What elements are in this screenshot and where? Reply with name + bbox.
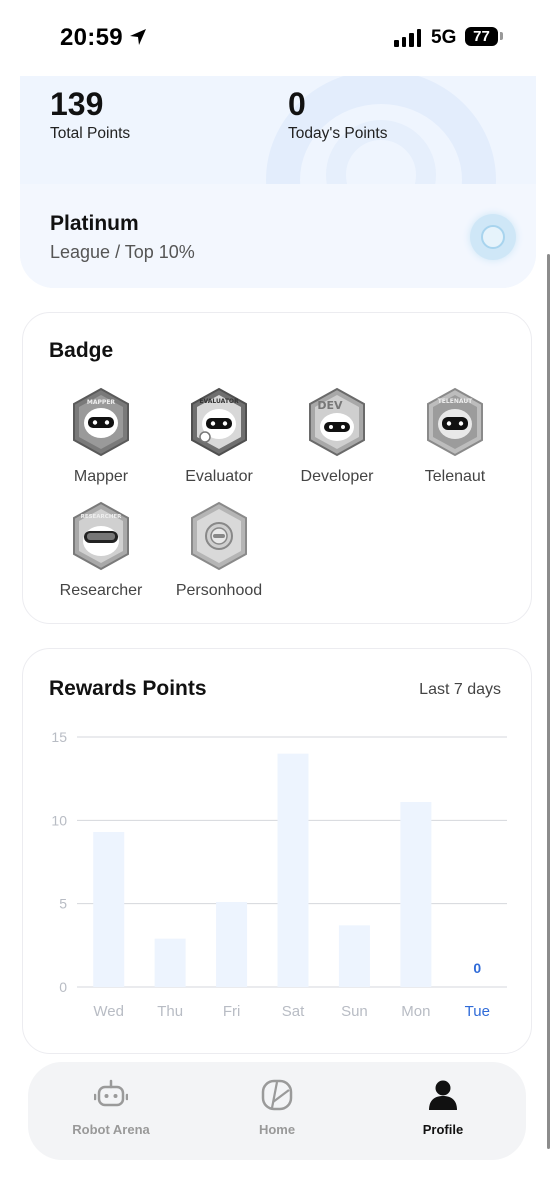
home-clock-icon xyxy=(261,1079,293,1111)
badge-label: Mapper xyxy=(73,468,129,485)
y-tick-label: 5 xyxy=(59,896,67,912)
battery-tip xyxy=(500,32,503,40)
svg-text:MAPPER: MAPPER xyxy=(87,399,116,406)
badge-developer[interactable]: DEV Developer xyxy=(278,387,396,486)
nav-label: Home xyxy=(258,1122,296,1137)
chart-bar xyxy=(277,753,309,987)
y-tick-label: 15 xyxy=(51,729,67,745)
nav-profile[interactable]: Profile xyxy=(360,1062,526,1160)
chart-bar xyxy=(400,802,432,987)
badge-label: Telenaut xyxy=(424,468,486,485)
badge-card: Badge MAPPER Mapper EVALUATOR Evaluator xyxy=(22,312,532,624)
badge-label: Personhood xyxy=(175,582,263,599)
total-points-value: 139 xyxy=(50,86,104,122)
rewards-points-card: Rewards Points Last 7 days 0 5 10 15 Wed Thu F… xyxy=(22,648,532,1054)
network-type: 5G xyxy=(431,27,457,48)
badge-researcher[interactable]: RESEARCHER Researcher xyxy=(42,501,160,600)
badge-label: Evaluator xyxy=(185,468,253,485)
robot-icon xyxy=(94,1079,128,1107)
todays-points-label: Today's Points xyxy=(288,125,388,142)
total-points-stat: 139 Total Points xyxy=(50,86,130,143)
evaluator-robot-badge-icon: EVALUATOR xyxy=(191,387,247,457)
chart-bar xyxy=(216,902,248,987)
rewards-bar-chart: 0 5 10 15 Wed Thu Fri Sat Sun Mon Tue 0 xyxy=(51,729,507,1020)
bottom-navigation: Robot Arena Home Profile xyxy=(28,1062,526,1160)
badge-title: Badge xyxy=(49,339,114,362)
badge-label: Researcher xyxy=(59,582,143,599)
badge-telenaut[interactable]: TELENAUT Telenaut xyxy=(396,387,514,486)
chart-bar xyxy=(154,938,186,987)
chart-bar xyxy=(338,925,370,987)
total-points-label: Total Points xyxy=(50,125,131,142)
x-tick-label: Sun xyxy=(341,1003,368,1020)
developer-robot-badge-icon: DEV xyxy=(309,387,365,457)
todays-points-value: 0 xyxy=(288,86,306,122)
league-subtitle: League / Top 10% xyxy=(50,242,195,262)
nav-label: Robot Arena xyxy=(72,1122,150,1137)
status-time: 20:59 xyxy=(60,24,123,51)
nav-robot-arena[interactable]: Robot Arena xyxy=(28,1062,194,1160)
chart-bar xyxy=(93,832,125,987)
location-arrow-icon xyxy=(130,29,146,45)
y-tick-label: 10 xyxy=(51,812,67,828)
points-stats: 139 Total Points 0 Today's Points xyxy=(20,60,536,184)
battery-icon: 77 xyxy=(465,27,498,46)
y-tick-label: 0 xyxy=(59,979,67,995)
platinum-league-icon xyxy=(470,214,516,260)
scroll-indicator xyxy=(547,254,550,1149)
personhood-badge-icon xyxy=(191,501,247,571)
svg-text:EVALUATOR: EVALUATOR xyxy=(199,398,239,405)
x-tick-label: Sat xyxy=(282,1003,305,1020)
x-tick-label: Mon xyxy=(401,1003,430,1020)
status-bar: 20:59 5G 77 xyxy=(0,0,554,76)
person-icon xyxy=(429,1080,457,1110)
svg-text:DEV: DEV xyxy=(317,399,343,412)
badge-mapper[interactable]: MAPPER Mapper xyxy=(42,387,160,486)
league-card[interactable] xyxy=(20,184,536,288)
svg-text:RESEARCHER: RESEARCHER xyxy=(81,514,123,520)
mapper-robot-badge-icon: MAPPER xyxy=(73,387,129,457)
nav-home[interactable]: Home xyxy=(194,1062,360,1160)
league-name: Platinum xyxy=(50,212,139,235)
badge-personhood[interactable]: Personhood xyxy=(160,501,278,600)
x-tick-label: Tue xyxy=(465,1003,490,1020)
x-tick-label: Wed xyxy=(93,1003,124,1020)
telenaut-robot-badge-icon: TELENAUT xyxy=(427,387,483,457)
todays-points-stat: 0 Today's Points xyxy=(288,86,387,143)
nav-label: Profile xyxy=(422,1122,464,1137)
cellular-signal-icon xyxy=(394,29,421,47)
badge-label: Developer xyxy=(300,468,374,485)
researcher-robot-badge-icon: RESEARCHER xyxy=(73,501,129,571)
badge-evaluator[interactable]: EVALUATOR Evaluator xyxy=(160,387,278,486)
data-label: 0 xyxy=(473,960,481,976)
x-tick-label: Fri xyxy=(223,1003,241,1020)
svg-text:TELENAUT: TELENAUT xyxy=(438,398,473,405)
x-tick-label: Thu xyxy=(157,1003,183,1020)
